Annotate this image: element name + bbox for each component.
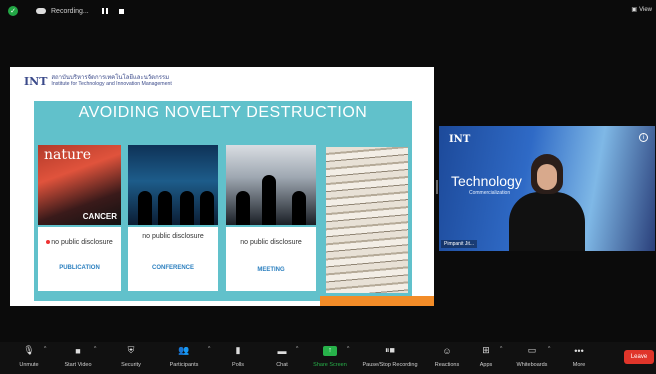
polls-icon: ▮ [235, 345, 241, 355]
unmute-button[interactable]: 🎙 Unmute [14, 345, 44, 368]
meeting-image [226, 145, 316, 225]
panel-resize-handle[interactable] [436, 180, 438, 194]
participant-name: Pimpanit Jit... [441, 240, 478, 248]
view-button[interactable]: ▣ View [631, 6, 652, 14]
video-options-chevron-icon[interactable]: ^ [94, 346, 96, 352]
zoom-meeting-window: ✓ Recording... ▣ View INT สถาบันบริหารจั… [0, 0, 656, 374]
start-video-button[interactable]: ■ Start Video [58, 345, 98, 369]
conference-label: CONFERENCE [151, 265, 194, 271]
share-chevron-icon[interactable]: ^ [347, 346, 349, 352]
publication-card: no public disclosure PUBLICATION [38, 227, 121, 291]
recording-indicator: Recording... [30, 6, 130, 17]
conference-card: no public disclosure CONFERENCE [128, 227, 218, 291]
institute-english-name: Institute for Technology and Innovation … [51, 81, 172, 87]
leave-button[interactable]: Leave [624, 350, 654, 364]
mic-muted-icon: 🎙 [23, 345, 35, 355]
publication-label: PUBLICATION [59, 265, 100, 271]
chat-chevron-icon[interactable]: ^ [296, 346, 298, 352]
participants-chevron-icon[interactable]: ^ [208, 346, 210, 352]
chat-button[interactable]: ▬ Chat [270, 345, 294, 369]
security-button[interactable]: ⛨ Security [116, 345, 146, 368]
int-logo: INT [24, 74, 48, 88]
pause-stop-recording-button[interactable]: ⏸■ Pause/Stop Recording [358, 345, 422, 368]
pause-recording-icon[interactable] [101, 8, 108, 14]
share-screen-icon: ↑ [323, 345, 337, 356]
more-icon: ••• [574, 345, 584, 356]
slide-title: AVOIDING NOVELTY DESTRUCTION [78, 104, 368, 121]
apps-button[interactable]: ⊞ Apps [474, 345, 498, 368]
apps-icon: ⊞ [482, 345, 490, 355]
chat-icon: ▬ [277, 345, 287, 356]
red-dot-icon [46, 240, 51, 245]
meeting-card: no public disclosure MEETING [226, 227, 316, 291]
newspapers-image [326, 147, 408, 293]
publication-disclosure-text: no public disclosure [51, 239, 113, 246]
shield-icon: ⛨ [127, 345, 135, 355]
conference-image [128, 145, 218, 225]
nature-logo-text: nature [44, 147, 91, 163]
encryption-shield-icon[interactable]: ✓ [8, 6, 18, 16]
polls-button[interactable]: ▮ Polls [226, 345, 250, 368]
recording-label: Recording... [51, 7, 89, 15]
whiteboards-button[interactable]: ▭ Whiteboards [512, 345, 552, 368]
more-button[interactable]: ••• More [566, 345, 592, 369]
meeting-disclosure-text: no public disclosure [240, 239, 302, 246]
whiteboard-icon: ▭ [527, 345, 537, 355]
meeting-toolbar: 🎙 Unmute ^ ■ Start Video ^ ⛨ Security 👥 Part… [0, 342, 656, 374]
slide-header: INT สถาบันบริหารจัดการเทคโนโลยีและนวัตกร… [10, 67, 434, 95]
cloud-icon [36, 8, 46, 14]
pause-stop-icon: ⏸■ [385, 345, 395, 355]
slide-footer-strip [320, 296, 434, 306]
participants-button[interactable]: 👥 Participants [164, 345, 204, 368]
audio-options-chevron-icon[interactable]: ^ [44, 346, 46, 352]
participant-video-tile[interactable]: INT Technology Commercialization i Pimpa… [439, 126, 655, 251]
cancer-text: CANCER [82, 212, 117, 221]
reactions-button[interactable]: ☺ Reactions [430, 345, 464, 369]
apps-chevron-icon[interactable]: ^ [500, 346, 502, 352]
share-screen-button[interactable]: ↑ Share Screen [310, 345, 350, 368]
video-int-logo: INT [449, 134, 471, 145]
participant-person [497, 154, 597, 251]
conference-disclosure-text: no public disclosure [142, 233, 204, 240]
video-options-icon[interactable]: i [639, 133, 648, 142]
view-icon: ▣ [631, 7, 638, 13]
view-label: View [639, 6, 652, 13]
whiteboard-chevron-icon[interactable]: ^ [548, 346, 550, 352]
participants-icon: 👥 [178, 345, 190, 355]
video-off-icon: ■ [75, 345, 81, 356]
stop-recording-icon[interactable] [118, 8, 124, 14]
shared-slide: INT สถาบันบริหารจัดการเทคโนโลยีและนวัตกร… [10, 67, 434, 306]
nature-cover-image: nature CANCER [38, 145, 121, 225]
meeting-label: MEETING [257, 267, 285, 273]
reactions-icon: ☺ [442, 345, 452, 356]
top-bar: ✓ Recording... ▣ View [0, 0, 656, 22]
